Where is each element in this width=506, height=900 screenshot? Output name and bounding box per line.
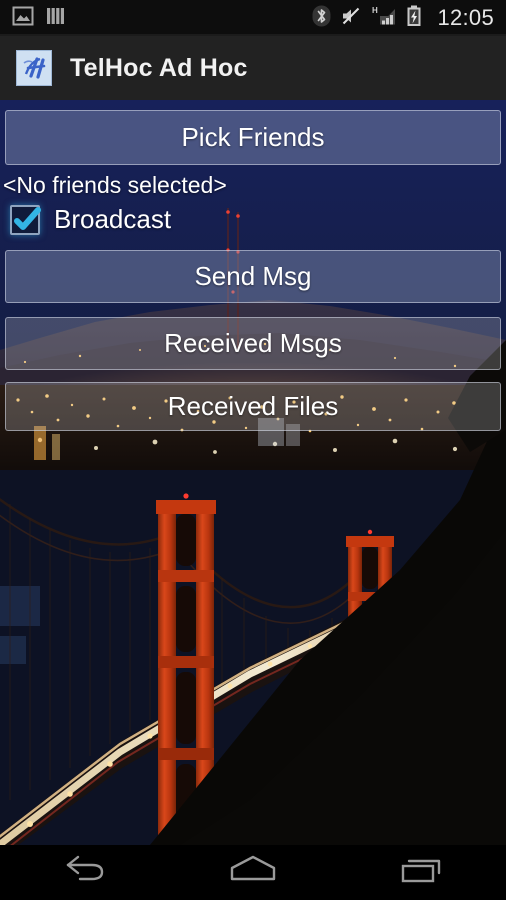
broadcast-checkbox-row[interactable]: Broadcast — [10, 204, 171, 235]
friends-status-text: <No friends selected> — [3, 172, 227, 198]
send-msg-button[interactable]: Send Msg — [5, 250, 501, 303]
svg-text:H: H — [372, 6, 378, 15]
page-title: TelHoc Ad Hoc — [70, 53, 248, 82]
recents-icon — [397, 853, 447, 892]
pick-friends-button[interactable]: Pick Friends — [5, 110, 501, 165]
back-button[interactable] — [34, 845, 134, 900]
broadcast-label: Broadcast — [54, 204, 172, 234]
broadcast-checkbox[interactable] — [10, 204, 41, 235]
app-content: Pick Friends <No friends selected> Broad… — [0, 100, 506, 845]
bluetooth-icon — [312, 5, 331, 32]
navigation-bar — [0, 845, 506, 900]
status-bar-left-icons — [12, 6, 66, 31]
status-bar-right-icons: H 12:05 — [312, 5, 494, 32]
back-arrow-icon — [58, 853, 110, 892]
status-bar-clock: 12:05 — [437, 5, 494, 30]
received-msgs-button[interactable]: Received Msgs — [5, 317, 501, 370]
equalizer-bars-icon — [46, 6, 66, 31]
home-button[interactable] — [203, 845, 303, 900]
image-icon — [12, 6, 34, 31]
volume-mute-icon — [340, 5, 362, 32]
action-bar: TelHoc Ad Hoc — [0, 36, 506, 100]
status-bar: H 12:05 — [0, 0, 506, 36]
checkmark-icon — [9, 202, 45, 243]
signal-h-icon: H — [371, 5, 397, 32]
status-bar-divider — [0, 34, 506, 36]
phone-screen: Pick Friends <No friends selected> Broad… — [0, 0, 506, 900]
recents-button[interactable] — [372, 845, 472, 900]
received-files-button[interactable]: Received Files — [5, 382, 501, 431]
telhoc-app-icon — [16, 50, 52, 86]
battery-charging-icon — [406, 5, 422, 32]
home-icon — [226, 853, 280, 892]
